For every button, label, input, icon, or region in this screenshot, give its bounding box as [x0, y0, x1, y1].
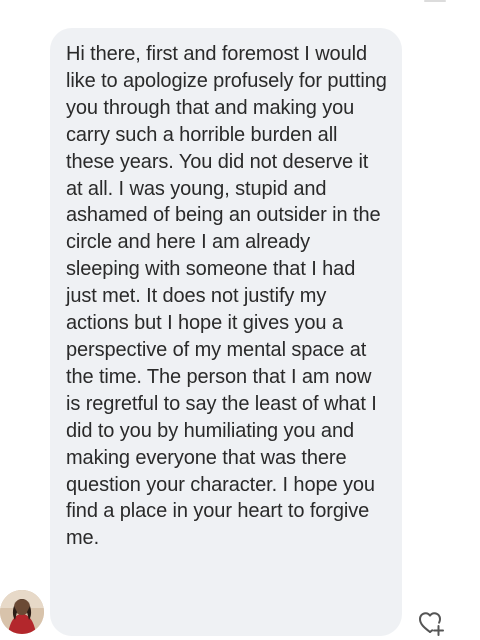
sender-avatar[interactable] — [0, 590, 44, 634]
message-bubble[interactable]: Hi there, first and foremost I would lik… — [50, 28, 402, 636]
message-text: Hi there, first and foremost I would lik… — [66, 43, 387, 550]
message-row: Hi there, first and foremost I would lik… — [0, 0, 480, 640]
heart-add-icon — [419, 612, 444, 636]
add-reaction-button[interactable] — [416, 608, 446, 638]
